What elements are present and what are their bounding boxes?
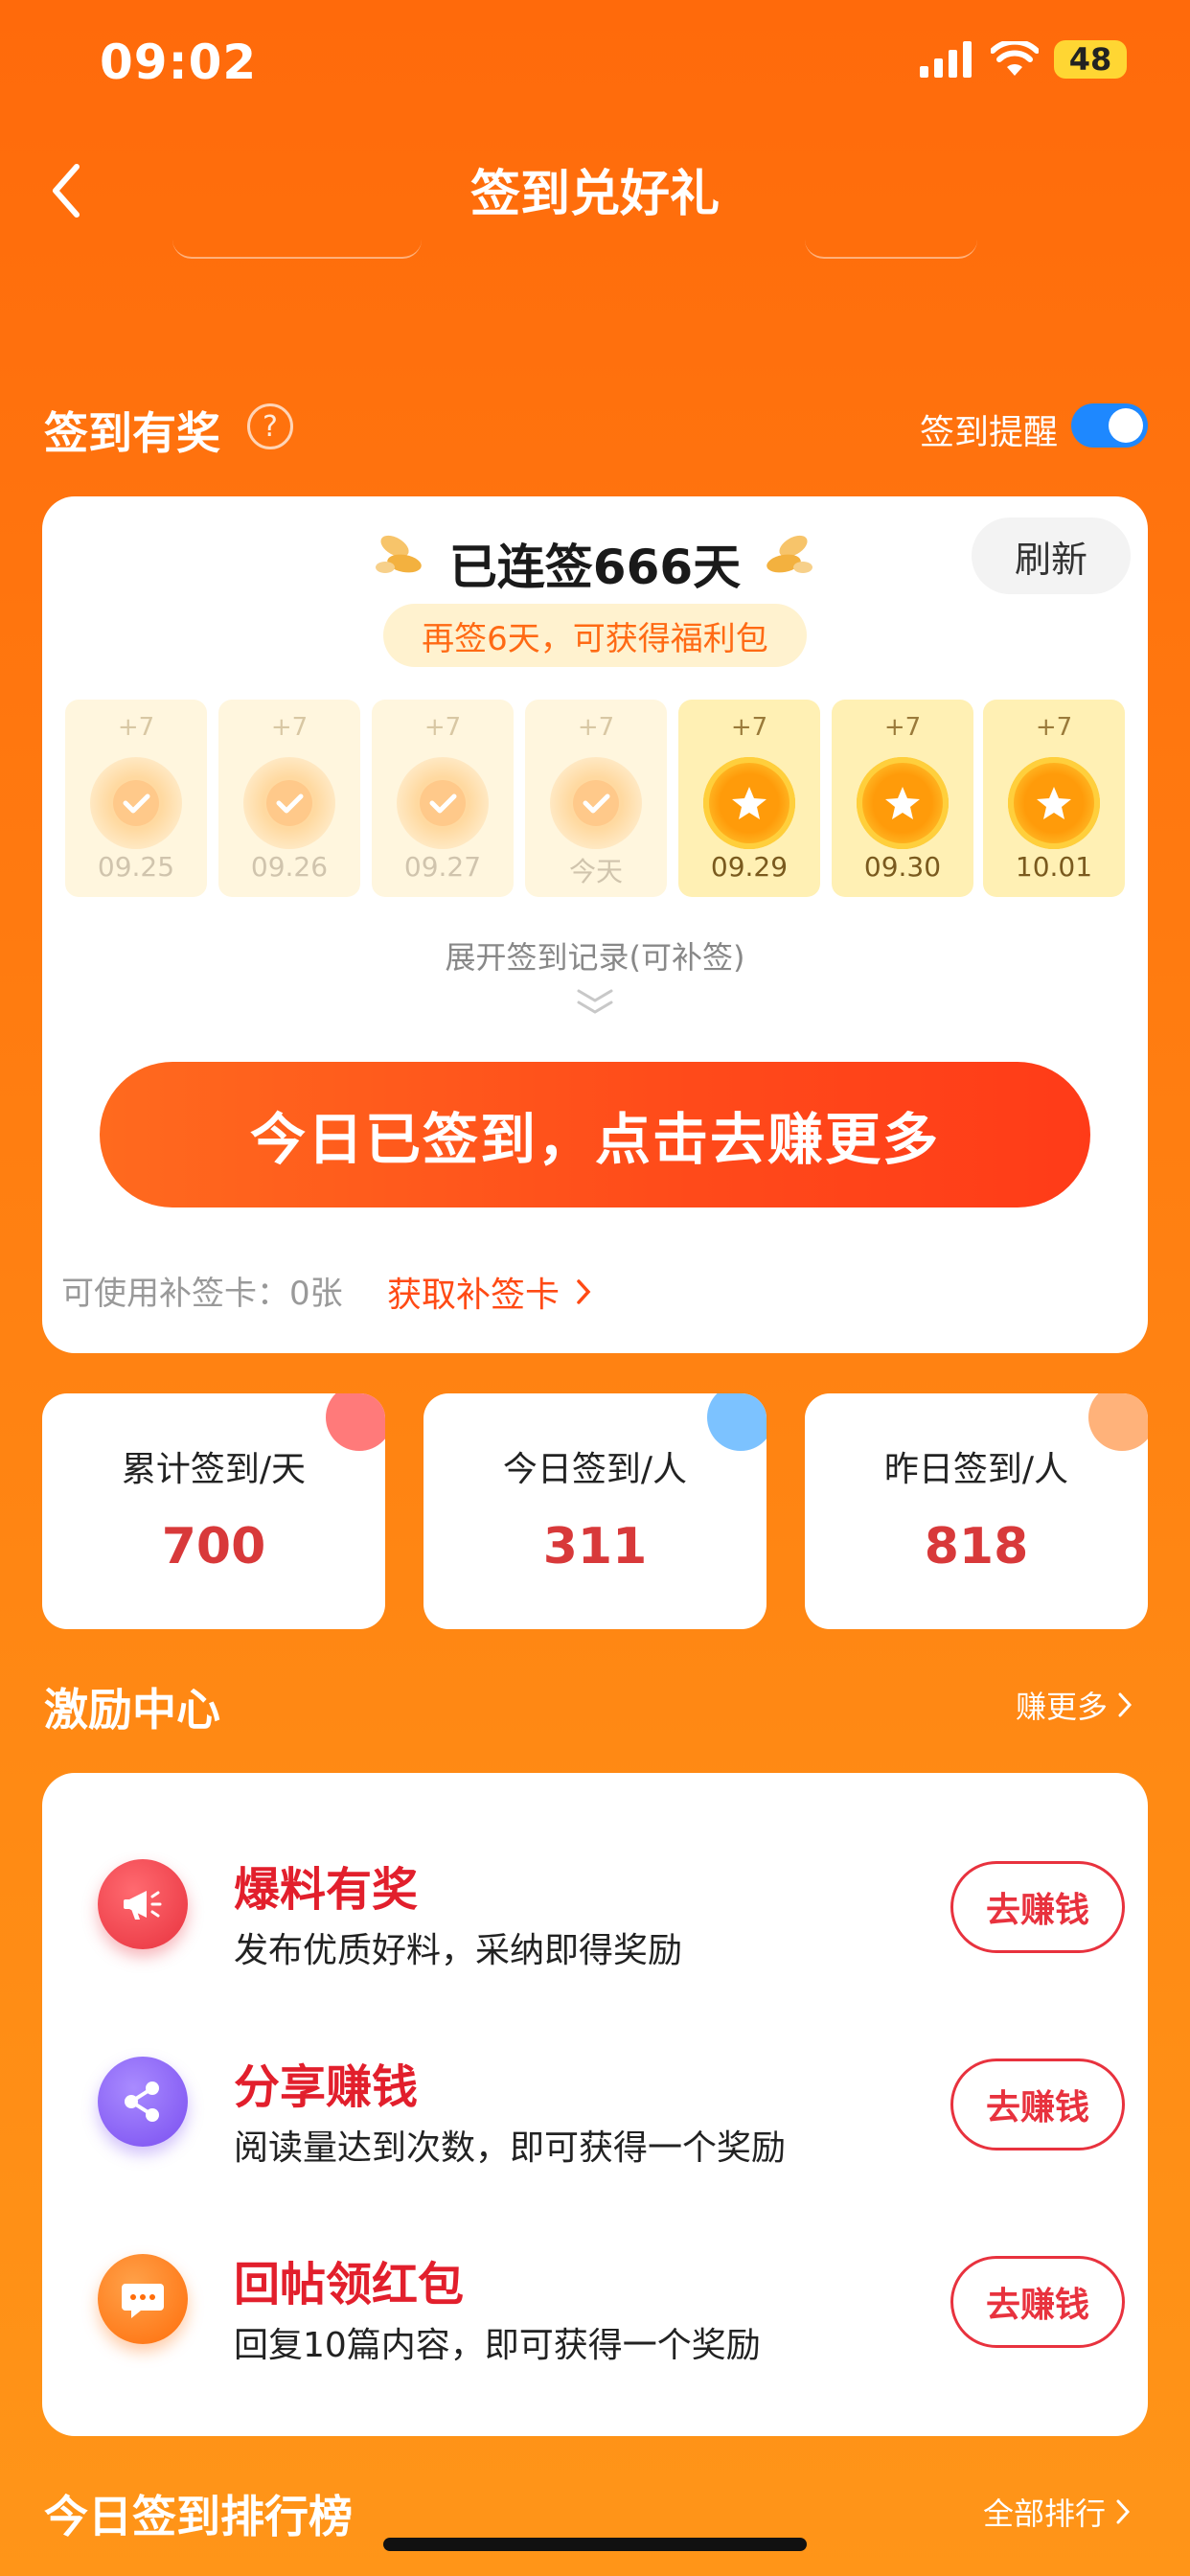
stat-value: 311 xyxy=(542,1518,648,1576)
day-points: +7 xyxy=(1035,713,1073,742)
chevron-right-icon xyxy=(577,1279,591,1304)
task-desc: 发布优质好料，采纳即得奖励 xyxy=(234,1931,683,1970)
day-date: 09.29 xyxy=(710,851,789,883)
task-row: 回帖领红包 回复10篇内容，即可获得一个奖励 去赚钱 xyxy=(42,2212,1148,2409)
day-date: 09.30 xyxy=(863,851,942,883)
day-points: +7 xyxy=(270,713,309,742)
get-makeup-card-link[interactable]: 获取补签卡 xyxy=(387,1267,592,1317)
task-desc: 回复10篇内容，即可获得一个奖励 xyxy=(234,2326,761,2365)
makeup-card-count: 可使用补签卡：0张 xyxy=(61,1275,343,1313)
wifi-icon xyxy=(991,41,1039,76)
checkmark-coin-icon xyxy=(397,757,489,849)
day-date: 今天 xyxy=(568,856,623,887)
stat-card-yesterday: 昨日签到/人 818 xyxy=(805,1393,1148,1629)
day-cell: +7 10.01 xyxy=(983,700,1125,897)
help-icon[interactable]: ? xyxy=(247,403,293,449)
task-title: 回帖领红包 xyxy=(234,2258,465,2312)
battery-indicator: 48 xyxy=(1054,40,1127,79)
comment-icon xyxy=(98,2254,188,2344)
day-cell: +7 09.30 xyxy=(832,700,973,897)
home-indicator xyxy=(383,2538,807,2551)
earn-money-button[interactable]: 去赚钱 xyxy=(950,2058,1125,2150)
day-points: +7 xyxy=(883,713,922,742)
stat-label: 昨日签到/人 xyxy=(883,1450,1069,1489)
day-date: 10.01 xyxy=(1015,851,1093,883)
earn-more-label: 赚更多 xyxy=(1016,1689,1109,1725)
task-row: 爆料有奖 发布优质好料，采纳即得奖励 去赚钱 xyxy=(42,1817,1148,2014)
day-points: +7 xyxy=(577,713,615,742)
double-chevron-down-icon[interactable] xyxy=(573,987,617,1018)
checkin-main-button[interactable]: 今日已签到，点击去赚更多 xyxy=(100,1062,1090,1208)
task-title: 爆料有奖 xyxy=(234,1863,419,1917)
incentive-section-title: 激励中心 xyxy=(44,1684,220,1736)
day-cell: +7 09.29 xyxy=(678,700,820,897)
expand-record-link[interactable]: 展开签到记录(可补签) xyxy=(0,933,1190,978)
stat-value: 818 xyxy=(924,1518,1029,1576)
day-cell: +7 今天 xyxy=(525,700,667,897)
task-desc: 阅读量达到次数，即可获得一个奖励 xyxy=(234,2128,787,2168)
star-coin-icon xyxy=(703,757,795,849)
star-coin-icon xyxy=(1008,757,1100,849)
remind-label: 签到提醒 xyxy=(920,413,1059,452)
earn-money-button[interactable]: 去赚钱 xyxy=(950,1861,1125,1953)
signal-icon xyxy=(920,41,972,78)
day-date: 09.25 xyxy=(97,851,175,883)
status-icons: 48 xyxy=(920,40,1127,79)
day-points: +7 xyxy=(117,713,155,742)
day-points: +7 xyxy=(730,713,768,742)
checkmark-coin-icon xyxy=(243,757,335,849)
earn-more-link[interactable]: 赚更多 xyxy=(1016,1683,1133,1727)
remind-toggle[interactable] xyxy=(1071,403,1148,448)
chevron-right-icon xyxy=(1116,2499,1131,2524)
checkin-section-title: 签到有奖 xyxy=(44,407,220,459)
laurel-right-icon xyxy=(755,529,812,593)
stat-card-total: 累计签到/天 700 xyxy=(42,1393,385,1629)
status-time: 09:02 xyxy=(100,34,258,90)
refresh-button[interactable]: 刷新 xyxy=(972,518,1131,594)
tab-underline-decoration xyxy=(805,240,977,259)
star-coin-icon xyxy=(857,757,949,849)
task-title: 分享赚钱 xyxy=(234,2060,419,2114)
day-cell: +7 09.25 xyxy=(65,700,207,897)
day-date: 09.27 xyxy=(403,851,482,883)
stat-label: 今日签到/人 xyxy=(502,1450,688,1489)
tab-underline-decoration xyxy=(172,240,422,259)
chevron-right-icon xyxy=(1118,1692,1133,1717)
stat-label: 累计签到/天 xyxy=(121,1450,307,1489)
checkmark-coin-icon xyxy=(550,757,642,849)
bonus-tip: 再签6天，可获得福利包 xyxy=(383,604,807,667)
page-title: 签到兑好礼 xyxy=(469,166,720,223)
all-ranking-label: 全部排行 xyxy=(983,2496,1107,2532)
checkmark-coin-icon xyxy=(90,757,182,849)
task-row: 分享赚钱 阅读量达到次数，即可获得一个奖励 去赚钱 xyxy=(42,2014,1148,2212)
megaphone-icon xyxy=(98,1859,188,1949)
all-ranking-link[interactable]: 全部排行 xyxy=(983,2490,1131,2534)
share-icon xyxy=(98,2057,188,2147)
day-date: 09.26 xyxy=(250,851,329,883)
stat-card-today: 今日签到/人 311 xyxy=(423,1393,767,1629)
day-cell: +7 09.27 xyxy=(372,700,514,897)
day-cell: +7 09.26 xyxy=(218,700,360,897)
get-makeup-card-label: 获取补签卡 xyxy=(387,1276,561,1315)
ranking-section-title: 今日签到排行榜 xyxy=(44,2491,353,2542)
day-points: +7 xyxy=(423,713,462,742)
earn-money-button[interactable]: 去赚钱 xyxy=(950,2256,1125,2348)
stat-value: 700 xyxy=(161,1518,266,1576)
